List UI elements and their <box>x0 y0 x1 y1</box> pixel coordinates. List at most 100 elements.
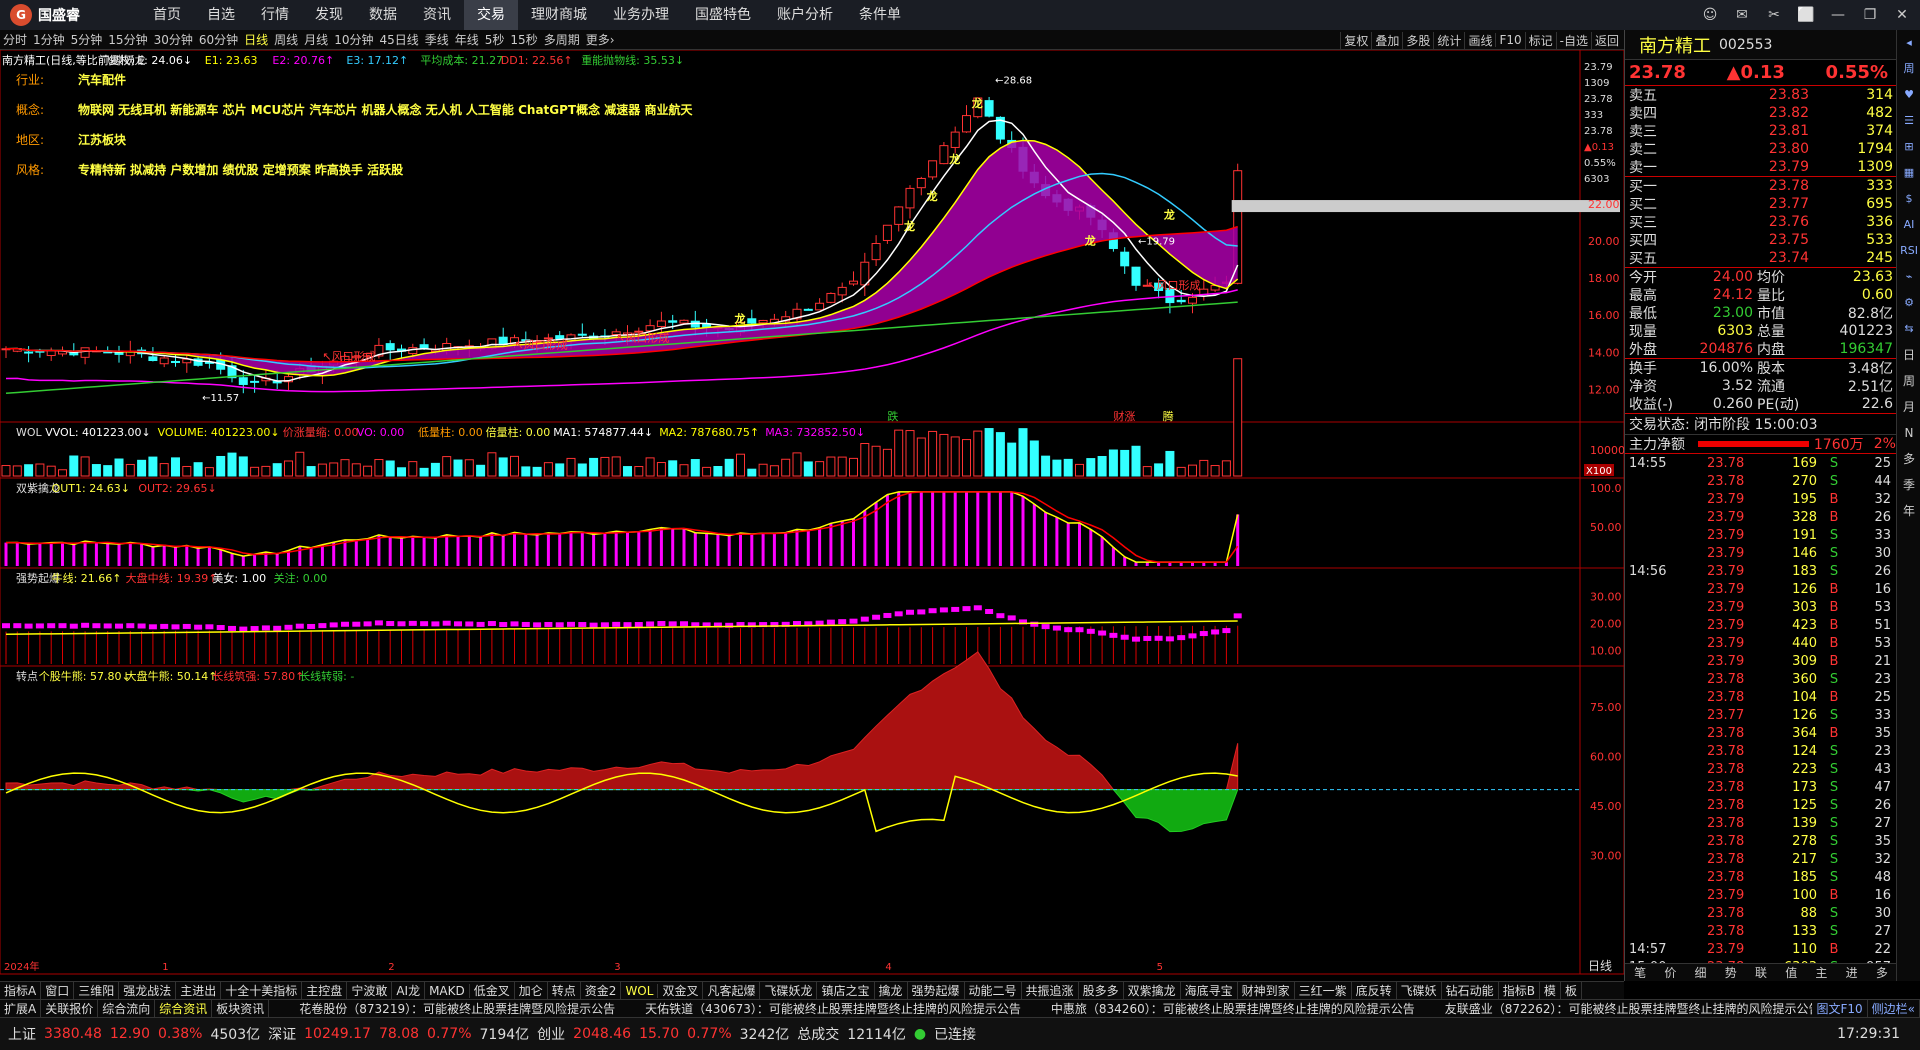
quote-tab-3[interactable]: 势 <box>1716 964 1746 981</box>
menu-item-4[interactable]: 数据 <box>356 0 410 30</box>
volume-bar[interactable] <box>91 464 101 477</box>
tick-row[interactable]: 23.79 191 S 33 <box>1625 526 1896 544</box>
indicator-tab-4[interactable]: 主进出 <box>176 982 222 999</box>
tool-5[interactable]: F10 <box>1495 33 1524 47</box>
indicator-tab-1[interactable]: 窗口 <box>41 982 75 999</box>
bid-row[interactable]: 买一 23.78 333 <box>1625 177 1896 195</box>
tick-row[interactable]: 23.78 133 S 27 <box>1625 922 1896 940</box>
volume-bar[interactable] <box>532 466 542 477</box>
side-tab-14[interactable]: 月 <box>1897 394 1920 420</box>
volume-bar[interactable] <box>137 459 147 477</box>
volume-bar[interactable] <box>408 461 418 477</box>
tool-2[interactable]: 多股 <box>1402 31 1433 49</box>
indicator-tab-6[interactable]: 主控盘 <box>302 982 348 999</box>
tick-row[interactable]: 23.79 126 B 16 <box>1625 580 1896 598</box>
tick-row[interactable]: 23.78 278 S 35 <box>1625 832 1896 850</box>
volume-bar[interactable] <box>950 436 960 477</box>
quote-tab-8[interactable]: 多 <box>1867 964 1897 981</box>
volume-bar[interactable] <box>58 469 67 477</box>
side-tab-6[interactable]: $ <box>1897 186 1920 212</box>
candle[interactable] <box>148 356 158 362</box>
volume-bar[interactable] <box>317 463 327 477</box>
tick-row[interactable]: 23.78 360 S 23 <box>1625 670 1896 688</box>
candle[interactable] <box>939 145 949 165</box>
tick-list[interactable]: 14:55 23.78 169 S 25 23.78 270 S 44 23.79 195 B 32 23… <box>1625 454 1896 976</box>
candle[interactable] <box>80 347 90 358</box>
candle[interactable] <box>238 377 248 385</box>
volume-bar[interactable] <box>713 466 723 477</box>
indicator-tab-27[interactable]: 三红一紫 <box>1295 982 1352 999</box>
period-0[interactable]: 分时 <box>0 31 30 48</box>
volume-bar[interactable] <box>973 430 983 477</box>
kline-chart-area[interactable]: 22.00 20.00 18.00 16.00 14.00 12.00 23.79 1309 2… <box>0 49 1625 981</box>
side-tab-5[interactable]: ▦ <box>1897 160 1920 186</box>
indicator-tab-28[interactable]: 底反转 <box>1352 982 1397 999</box>
volume-bar[interactable] <box>204 467 214 477</box>
ask-row[interactable]: 卖四 23.82 482 <box>1625 104 1896 122</box>
candle[interactable] <box>894 206 904 225</box>
tick-row[interactable]: 23.78 139 S 27 <box>1625 814 1896 832</box>
indicator-tab-12[interactable]: 转点 <box>548 982 581 999</box>
volume-bar[interactable] <box>1007 442 1017 477</box>
indicator-tab-16[interactable]: 凡客起爆 <box>703 982 761 999</box>
volume-bar[interactable] <box>543 462 553 477</box>
volume-bar[interactable] <box>193 462 203 477</box>
side-tab-15[interactable]: N <box>1897 420 1920 446</box>
indicator-tab-3[interactable]: 强龙战法 <box>119 982 177 999</box>
volume-bar[interactable] <box>1154 463 1164 477</box>
volume-bar[interactable] <box>487 452 497 477</box>
volume-bar[interactable] <box>555 463 565 477</box>
volume-bar[interactable] <box>1176 466 1186 477</box>
volume-bar[interactable] <box>1165 450 1175 477</box>
menu-item-8[interactable]: 业务办理 <box>600 0 682 30</box>
candle[interactable] <box>837 286 847 296</box>
volume-bar[interactable] <box>442 456 452 477</box>
side-tab-13[interactable]: 周 <box>1897 368 1920 394</box>
period-9[interactable]: 10分钟 <box>331 31 376 48</box>
bid-row[interactable]: 买五 23.74 245 <box>1625 249 1896 267</box>
candle[interactable] <box>679 319 689 324</box>
period-4[interactable]: 30分钟 <box>151 31 196 48</box>
info-tab-0[interactable]: 扩展A <box>0 1000 42 1017</box>
indicator-tab-10[interactable]: 低金叉 <box>470 982 515 999</box>
menu-item-6[interactable]: 交易 <box>464 0 518 30</box>
side-tab-11[interactable]: ⇆ <box>1897 316 1920 342</box>
candle[interactable] <box>171 360 180 363</box>
volume-bar[interactable] <box>724 458 734 477</box>
menu-item-5[interactable]: 资讯 <box>410 0 464 30</box>
volume-bar[interactable] <box>792 452 802 477</box>
volume-bar[interactable] <box>668 460 678 477</box>
indicator-tab-29[interactable]: 飞碟妖 <box>1397 982 1442 999</box>
volume-bar[interactable] <box>871 445 881 477</box>
volume-bar[interactable] <box>340 459 350 477</box>
volume-bar[interactable] <box>679 464 689 477</box>
tick-row[interactable]: 23.78 364 B 35 <box>1625 724 1896 742</box>
volume-bar[interactable] <box>623 466 632 477</box>
minimize-icon[interactable]: — <box>1826 4 1850 26</box>
quote-tab-5[interactable]: 值 <box>1776 964 1806 981</box>
side-tab-9[interactable]: ⌁ <box>1897 264 1920 290</box>
volume-bar[interactable] <box>905 430 915 477</box>
period-3[interactable]: 15分钟 <box>105 31 150 48</box>
tick-row[interactable]: 14:56 23.79 183 S 26 <box>1625 562 1896 580</box>
info-tab-1[interactable]: 关联报价 <box>41 1000 99 1017</box>
indicator-tab-19[interactable]: 擒龙 <box>875 982 908 999</box>
volume-bar[interactable] <box>159 463 169 477</box>
volume-bar[interactable] <box>962 439 971 477</box>
volume-bar[interactable] <box>849 457 858 477</box>
indicator-pane-5[interactable] <box>0 665 1625 975</box>
indicator-tab-26[interactable]: 财神到家 <box>1238 982 1295 999</box>
menu-item-3[interactable]: 发现 <box>302 0 356 30</box>
candle[interactable] <box>656 320 666 327</box>
indicator-tab-5[interactable]: 十全十美指标 <box>221 982 303 999</box>
indicator-tab-9[interactable]: MAKD <box>425 983 470 998</box>
tick-row[interactable]: 23.78 173 S 47 <box>1625 778 1896 796</box>
mail-icon[interactable]: ✉ <box>1730 4 1754 26</box>
indicator-tab-14[interactable]: WOL <box>621 983 659 998</box>
candle[interactable] <box>758 319 768 324</box>
volume-bar[interactable] <box>600 456 610 477</box>
volume-bar[interactable] <box>758 463 768 477</box>
volume-bar[interactable] <box>928 430 938 477</box>
side-tab-8[interactable]: RSI <box>1897 238 1920 264</box>
volume-bar[interactable] <box>1188 464 1197 477</box>
